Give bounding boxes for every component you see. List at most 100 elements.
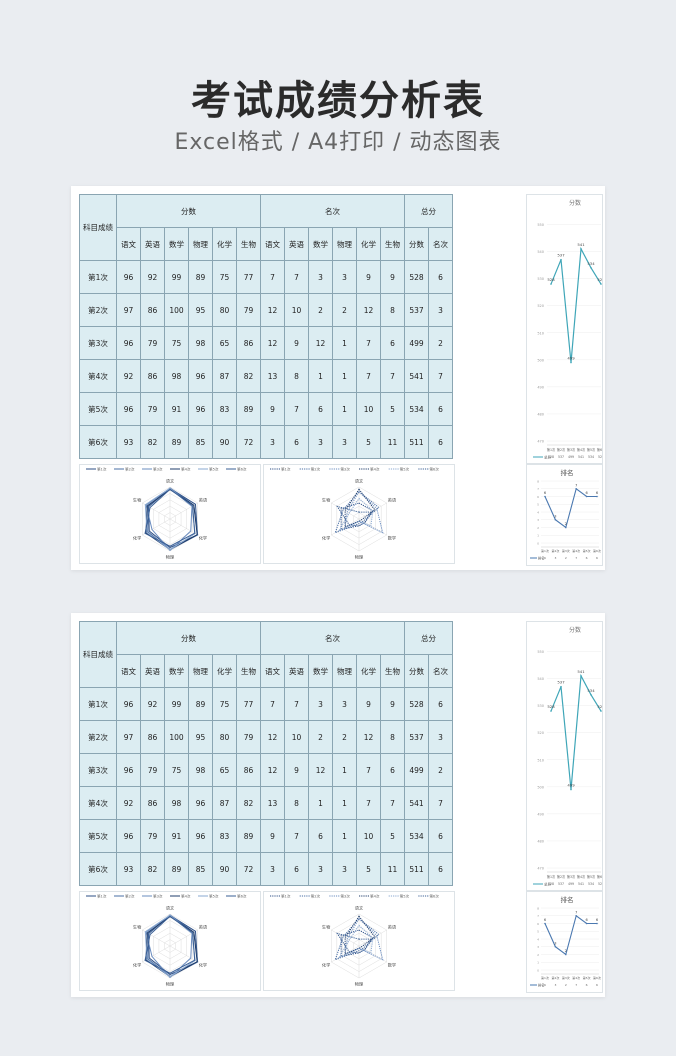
table-row: 第6次 93 82 89 85 90 72 3 6 3 3 5 11 511 6 — [79, 852, 453, 886]
row-label: 第1次 — [79, 260, 117, 294]
table-value: 499 — [568, 882, 574, 886]
data-point — [590, 267, 592, 269]
score-cell: 80 — [212, 293, 237, 327]
y-tick-label: 480 — [537, 839, 544, 843]
subject-header: 物理 — [188, 654, 213, 688]
rank-cell: 5 — [356, 425, 381, 459]
subject-header: 生物 — [236, 654, 261, 688]
x-tick-label: 第1次 — [541, 548, 549, 553]
row-label: 第6次 — [79, 852, 117, 886]
data-label: 2 — [565, 522, 567, 526]
rank-cell: 12 — [260, 326, 285, 360]
data-label: 528 — [597, 277, 602, 282]
x-tick-label: 第5次 — [583, 548, 591, 553]
rank-cell: 12 — [356, 720, 381, 754]
rank-cell: 8 — [380, 720, 405, 754]
x-tick-label: 第4次 — [577, 447, 586, 452]
total-score-cell: 511 — [404, 852, 429, 886]
subject-header: 语文 — [260, 654, 285, 688]
subject-header: 物理 — [188, 227, 213, 261]
total-score-cell: 499 — [404, 326, 429, 360]
data-label: 528 — [597, 704, 602, 709]
y-tick-label: 530 — [537, 277, 544, 281]
data-point — [580, 248, 582, 250]
y-tick-label: 480 — [537, 412, 544, 416]
data-point — [565, 953, 567, 956]
data-point — [550, 283, 552, 285]
rank-cell: 6 — [380, 326, 405, 360]
score-cell: 86 — [140, 720, 165, 754]
subject-header: 物理 — [332, 227, 357, 261]
chart-title: 排名 — [561, 468, 574, 477]
total-rank-cell: 7 — [428, 359, 453, 393]
rank-cell: 2 — [308, 293, 333, 327]
x-tick-label: 第2次 — [557, 874, 566, 879]
score-cell: 85 — [188, 852, 213, 886]
radar-series — [147, 487, 199, 550]
score-cell: 87 — [212, 786, 237, 820]
radar-axis-label: 语文 — [166, 905, 175, 912]
data-point — [554, 945, 557, 948]
score-cell: 93 — [116, 425, 141, 459]
data-label: 534 — [587, 688, 595, 693]
data-point — [585, 922, 588, 925]
rank-cell: 6 — [380, 753, 405, 787]
data-label: 534 — [587, 261, 595, 266]
data-point — [575, 914, 577, 917]
radar-axis-label: 化学 — [199, 962, 207, 969]
table-row: 第1次 96 92 99 89 75 77 7 7 3 3 9 9 528 6 — [79, 260, 453, 294]
legend-label: 第3次 — [340, 466, 350, 471]
radar-axis-label: 化学 — [322, 535, 330, 542]
subject-header: 物理 — [332, 654, 357, 688]
score-cell: 89 — [188, 260, 213, 294]
table-value: 3 — [554, 556, 556, 560]
legend-label: 第5次 — [209, 893, 219, 898]
data-label: 537 — [557, 253, 565, 258]
x-tick-label: 第3次 — [562, 975, 570, 980]
table-value: 6 — [544, 556, 546, 560]
score-cell: 79 — [140, 819, 165, 853]
x-tick-label: 第3次 — [567, 874, 576, 879]
table-value: 6 — [586, 556, 588, 560]
radar-axis-label: 生物 — [322, 924, 330, 931]
score-cell: 89 — [164, 425, 189, 459]
data-point — [585, 495, 588, 498]
page-title: 考试成绩分析表 — [191, 78, 485, 124]
rank-cell: 3 — [332, 260, 357, 294]
rank-cell: 5 — [356, 852, 381, 886]
score-cell: 77 — [236, 260, 261, 294]
score-cell: 75 — [212, 687, 237, 721]
score-cell: 79 — [236, 720, 261, 754]
x-tick-label: 第5次 — [587, 447, 596, 452]
rank-cell: 7 — [356, 326, 381, 360]
subject-header: 语文 — [116, 654, 141, 688]
rank-cell: 1 — [308, 359, 333, 393]
score-cell: 92 — [116, 786, 141, 820]
y-tick-label: 4 — [537, 937, 539, 941]
data-point — [544, 922, 546, 925]
y-tick-label: 540 — [537, 250, 544, 254]
table-row: 第5次 96 79 91 96 83 89 9 7 6 1 10 5 534 6 — [79, 392, 453, 426]
rank-cell: 7 — [260, 260, 285, 294]
y-tick-label: 6 — [537, 495, 539, 499]
rank-cell: 3 — [308, 852, 333, 886]
y-tick-label: 5 — [537, 930, 539, 934]
score-cell: 91 — [164, 819, 189, 853]
data-label: 499 — [567, 356, 575, 361]
data-label: 541 — [577, 242, 585, 247]
radar-series — [340, 929, 374, 957]
score-cell: 99 — [164, 687, 189, 721]
score-cell: 96 — [116, 687, 141, 721]
score-cell: 75 — [164, 326, 189, 360]
legend-label: 第2次 — [311, 893, 321, 898]
data-point — [596, 495, 598, 498]
y-tick-label: 1 — [537, 961, 539, 965]
score-cell: 92 — [116, 359, 141, 393]
rank-cell: 7 — [356, 753, 381, 787]
table-value: 6 — [596, 556, 598, 560]
score-cell: 85 — [188, 425, 213, 459]
radar-axis-label: 生物 — [133, 497, 141, 504]
radar-axis-label: 化学 — [199, 535, 207, 542]
y-tick-label: 540 — [537, 677, 544, 681]
rank-cell: 7 — [356, 786, 381, 820]
